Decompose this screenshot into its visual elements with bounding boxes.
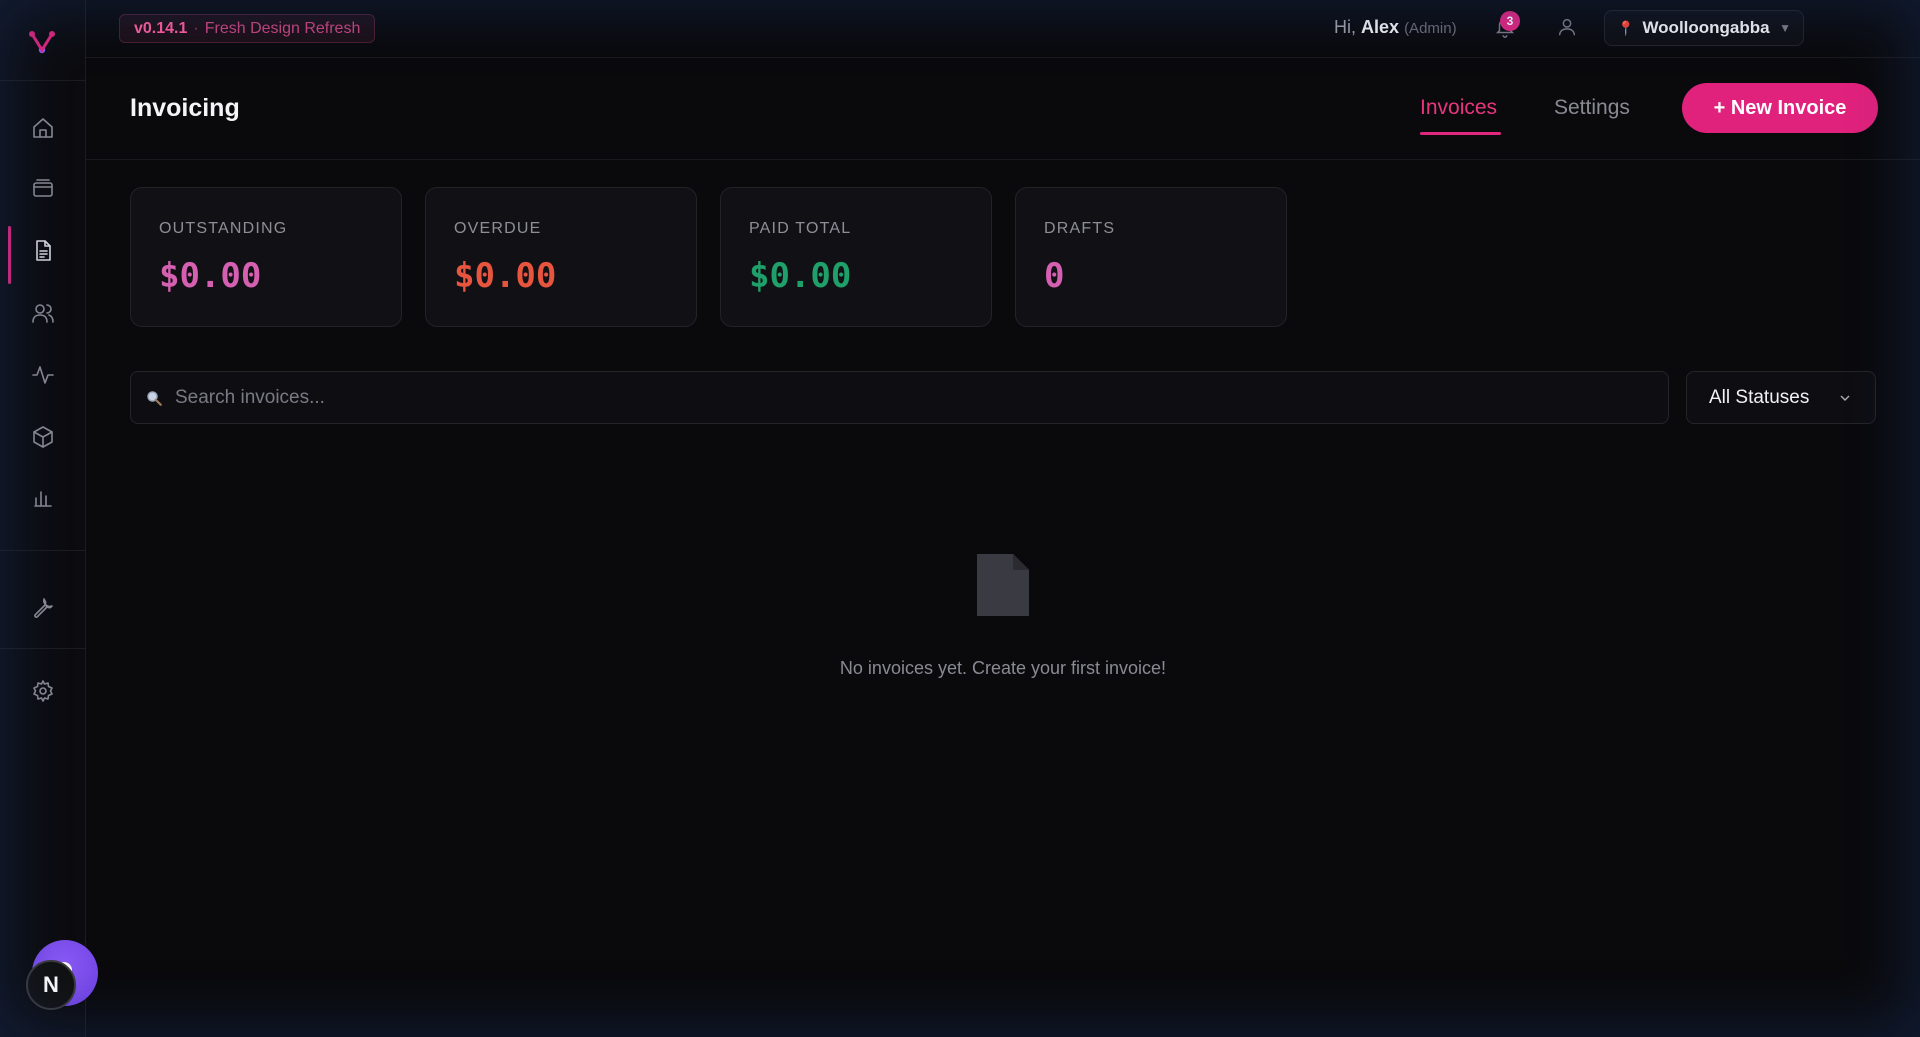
nav-home[interactable] (21, 106, 65, 150)
new-invoice-button[interactable]: + New Invoice (1682, 83, 1878, 133)
search-input[interactable] (175, 386, 1654, 409)
stat-card-drafts: DRAFTS 0 (1015, 187, 1287, 327)
avatar-letter: N (43, 972, 59, 997)
sidebar-divider (0, 648, 86, 649)
page-title: Invoicing (130, 94, 240, 122)
tab-settings[interactable]: Settings (1554, 96, 1630, 120)
version-number: v0.14.1 (134, 19, 188, 37)
bar-chart-icon (34, 491, 52, 507)
greeting-prefix: Hi, (1334, 17, 1356, 37)
gear-icon (33, 680, 53, 702)
user-icon (1558, 18, 1576, 36)
document-icon (36, 240, 51, 261)
sidebar-divider (0, 80, 86, 81)
page-header: Invoicing Invoices Settings + New Invoic… (86, 58, 1920, 160)
status-filter-value: All Statuses (1709, 386, 1810, 408)
search-box (130, 371, 1669, 424)
stat-label: OVERDUE (454, 220, 542, 237)
nav-tools[interactable] (21, 586, 65, 630)
nav-invoicing[interactable] (21, 229, 65, 273)
tab-invoices[interactable]: Invoices (1420, 96, 1497, 120)
notification-badge: 3 (1500, 11, 1520, 31)
activity-icon (32, 366, 54, 384)
stat-card-paid-total: PAID TOTAL $0.00 (720, 187, 992, 327)
wrench-icon (34, 598, 53, 618)
stat-card-outstanding: OUTSTANDING $0.00 (130, 187, 402, 327)
chevron-down-icon: ▼ (1779, 21, 1791, 35)
home-icon (33, 118, 53, 138)
pin-icon: 📍 (1617, 19, 1635, 36)
logo-icon (29, 31, 55, 54)
app-logo[interactable] (24, 24, 60, 60)
nav-wallet[interactable] (21, 167, 65, 211)
stat-value: 0 (1044, 256, 1065, 296)
search-icon (147, 390, 162, 406)
empty-document-icon (977, 554, 1029, 616)
nav-reports[interactable] (21, 476, 65, 520)
stat-value: $0.00 (749, 256, 852, 296)
empty-state-message: No invoices yet. Create your first invoi… (839, 658, 1167, 678)
chevron-down-icon (1840, 395, 1850, 401)
user-role: (Admin) (1404, 20, 1457, 37)
location-name: Woolloongabba (1642, 18, 1770, 37)
nav-customers[interactable] (21, 291, 65, 335)
avatar[interactable]: N (26, 960, 76, 1010)
sidebar-divider (0, 550, 86, 551)
version-note: Fresh Design Refresh (204, 19, 361, 37)
stat-value: $0.00 (159, 256, 262, 296)
version-badge: v0.14.1 · Fresh Design Refresh (119, 14, 376, 43)
active-indicator (8, 226, 11, 284)
user-greeting: Hi, Alex (Admin) (1334, 17, 1457, 38)
nav-activity[interactable] (21, 353, 65, 397)
active-tab-underline (1420, 132, 1501, 135)
wallet-icon (33, 179, 53, 197)
profile-button[interactable] (1556, 16, 1582, 42)
stat-value: $0.00 (454, 256, 557, 296)
stat-label: OUTSTANDING (159, 220, 288, 237)
stat-label: DRAFTS (1044, 220, 1116, 237)
user-name: Alex (1361, 17, 1400, 37)
location-selector[interactable]: 📍 Woolloongabba ▼ (1604, 10, 1804, 46)
box-icon (33, 426, 53, 448)
nav-inventory[interactable] (21, 415, 65, 459)
users-icon (32, 304, 54, 323)
status-filter-select[interactable]: All Statuses (1686, 371, 1876, 424)
sidebar: N (0, 0, 98, 1037)
stat-label: PAID TOTAL (749, 220, 852, 237)
version-separator: · (193, 19, 199, 37)
stat-card-overdue: OVERDUE $0.00 (425, 187, 697, 327)
